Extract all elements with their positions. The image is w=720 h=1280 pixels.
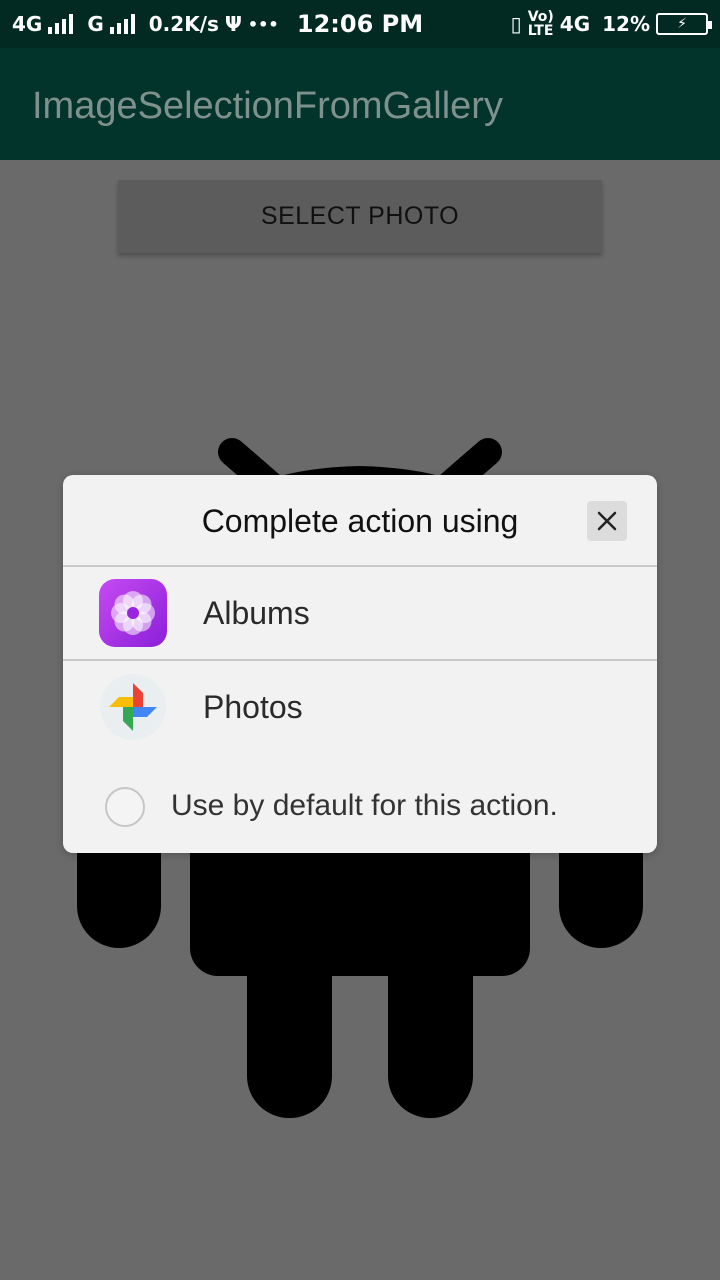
albums-label: Albums bbox=[203, 595, 310, 631]
close-icon[interactable] bbox=[587, 501, 627, 541]
google-photos-icon bbox=[99, 673, 167, 741]
albums-icon bbox=[99, 579, 167, 647]
chooser-dialog: Complete action using Albums Photos Use … bbox=[63, 475, 657, 853]
chooser-item-photos[interactable]: Photos bbox=[63, 661, 657, 753]
chooser-item-albums[interactable]: Albums bbox=[63, 567, 657, 659]
photos-label: Photos bbox=[203, 689, 303, 725]
dialog-title: Complete action using bbox=[201, 502, 519, 539]
use-by-default-radio[interactable] bbox=[105, 787, 145, 827]
use-by-default-label[interactable]: Use by default for this action. bbox=[171, 789, 558, 823]
